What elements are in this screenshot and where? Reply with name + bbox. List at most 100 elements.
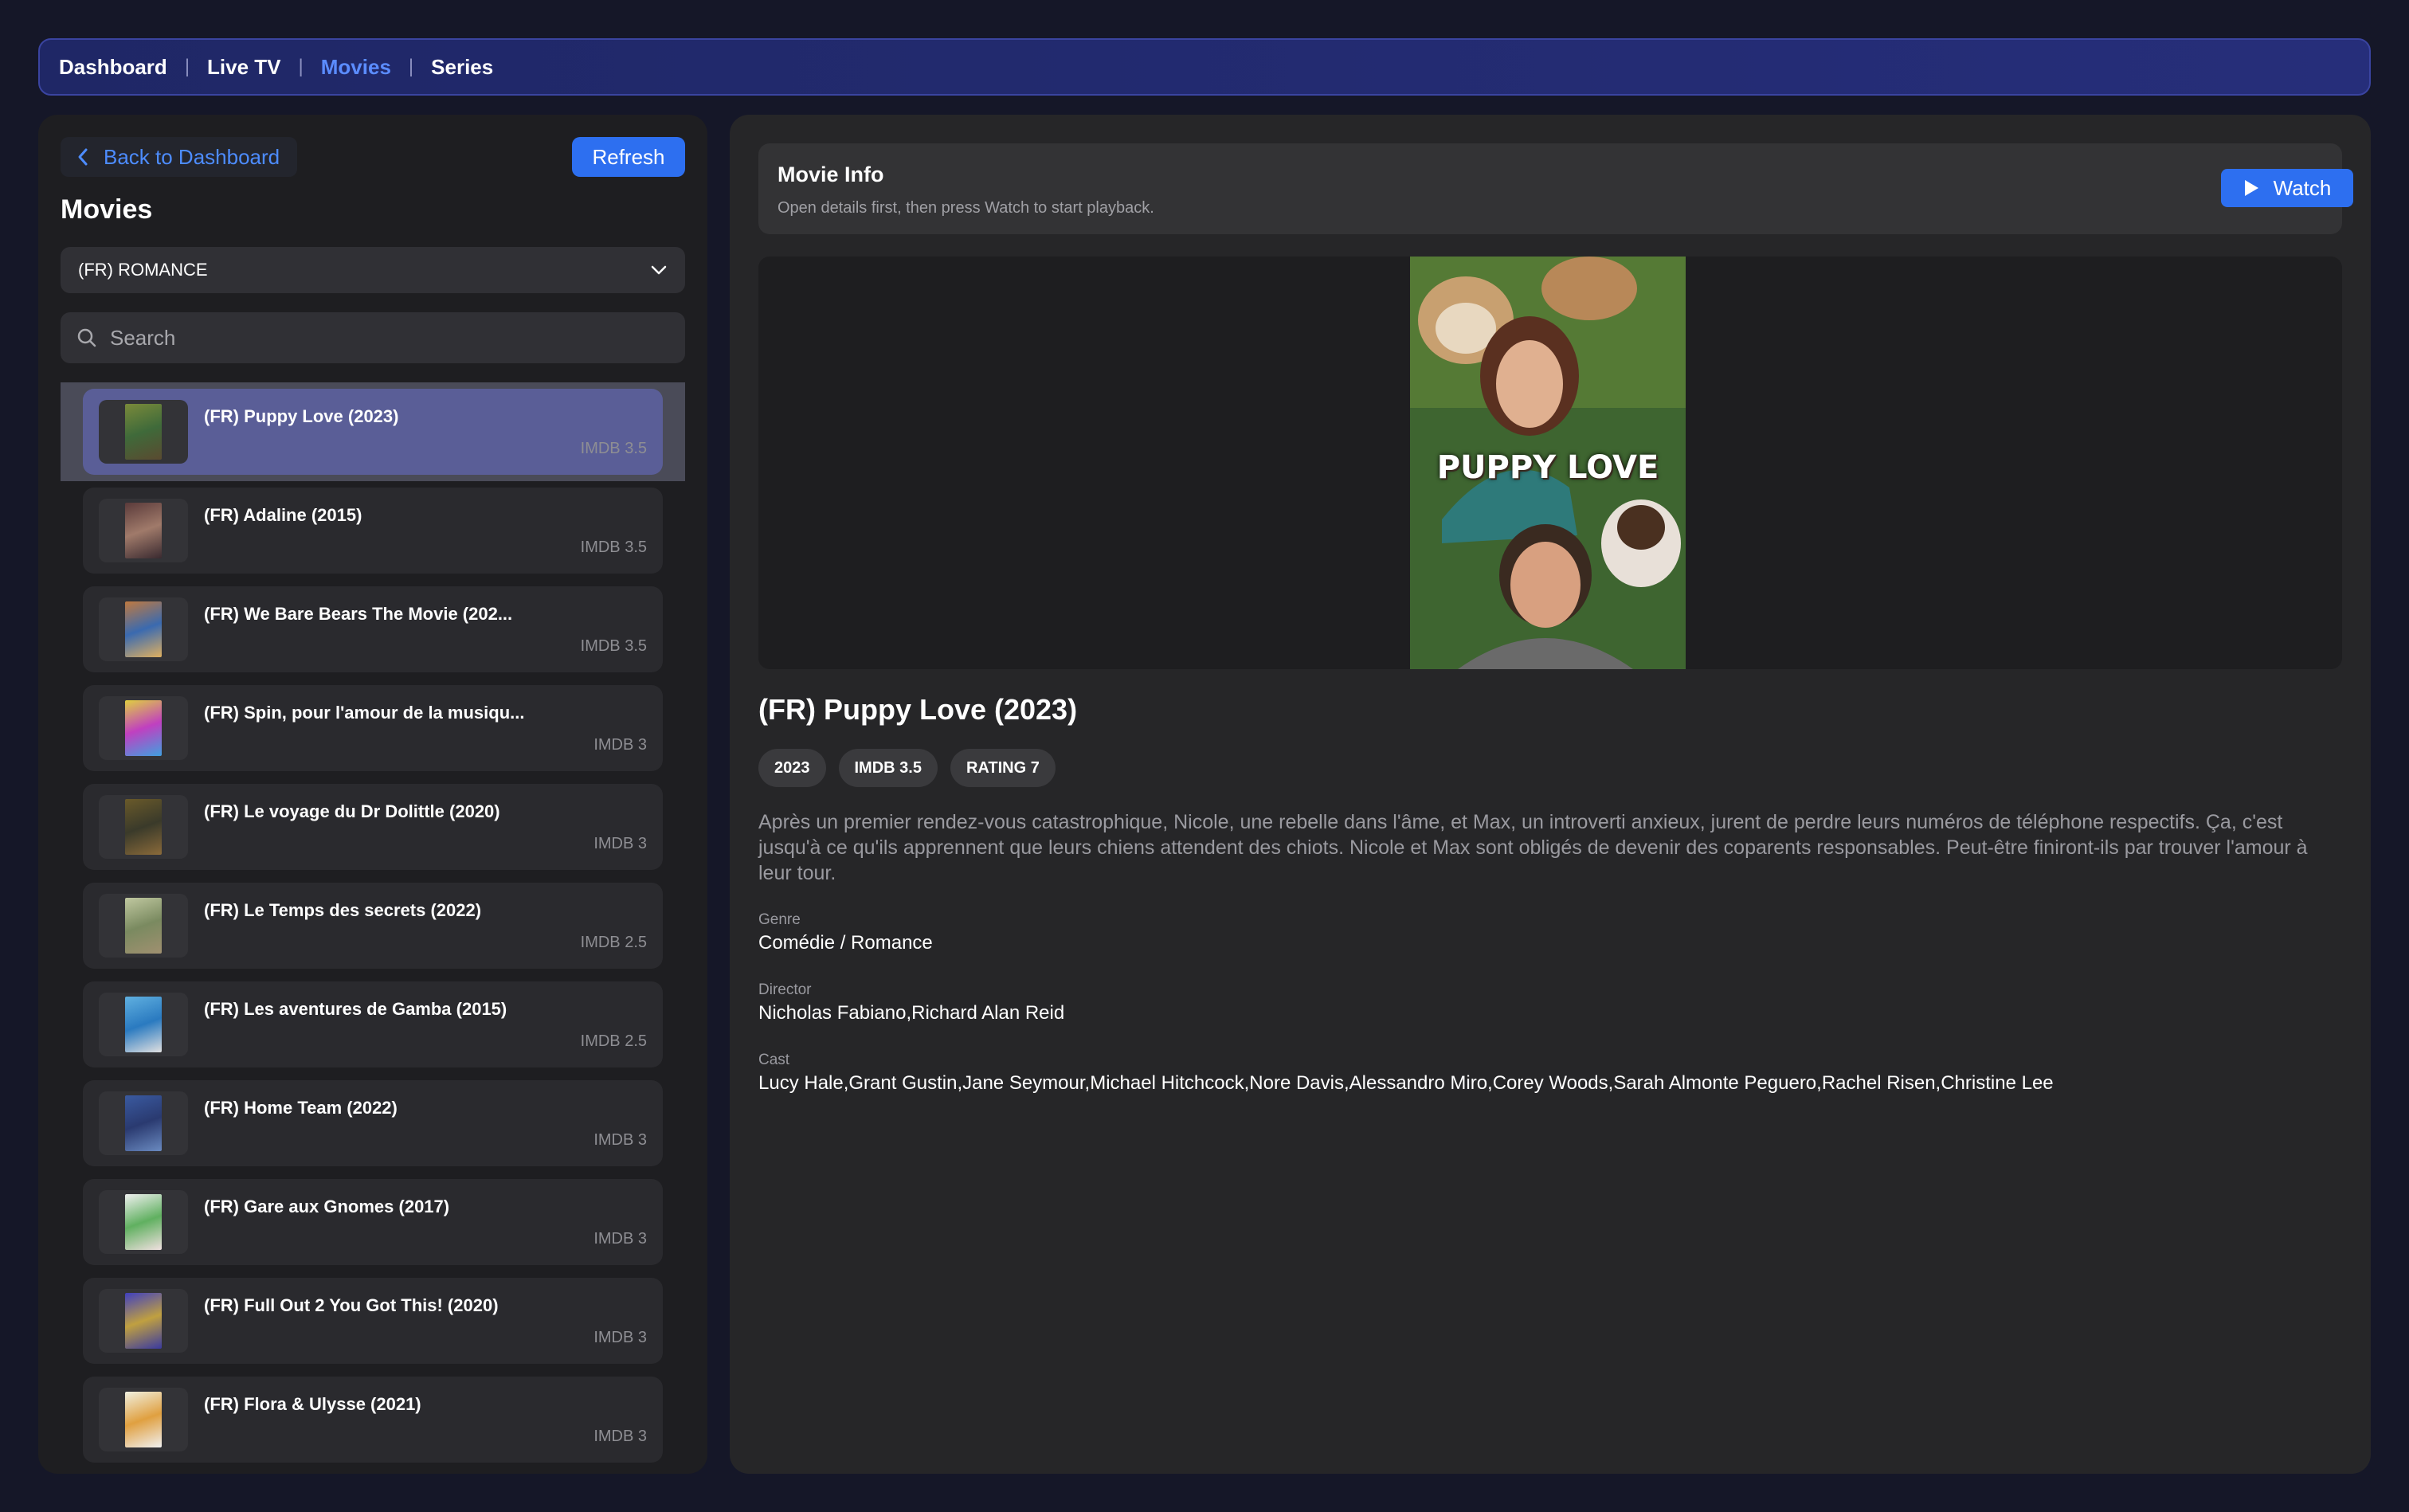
movie-imdb: IMDB 3.5	[580, 637, 647, 655]
movie-card-selected[interactable]: (FR) Puppy Love (2023) IMDB 3.5	[83, 389, 663, 475]
director-label: Director	[758, 981, 812, 998]
thumbnail	[99, 499, 188, 562]
thumbnail	[99, 993, 188, 1056]
movie-title: (FR) Home Team (2022)	[204, 1098, 398, 1118]
nav-series[interactable]: Series	[431, 55, 493, 80]
movie-card[interactable]: (FR) Le Temps des secrets (2022) IMDB 2.…	[83, 883, 663, 969]
movie-card[interactable]: (FR) Adaline (2015) IMDB 3.5	[83, 488, 663, 574]
list-item: (FR) Spin, pour l'amour de la musiqu... …	[61, 679, 685, 778]
movie-title: (FR) Le voyage du Dr Dolittle (2020)	[204, 801, 500, 821]
movie-detail-panel: Movie Info Open details first, then pres…	[730, 115, 2371, 1474]
movie-card[interactable]: (FR) Full Out 2 You Got This! (2020) IMD…	[83, 1278, 663, 1364]
movie-title: (FR) Adaline (2015)	[204, 505, 362, 525]
movie-title: (FR) Les aventures de Gamba (2015)	[204, 999, 507, 1019]
thumbnail	[99, 696, 188, 760]
nav-live-tv[interactable]: Live TV	[207, 55, 280, 80]
play-icon	[2244, 180, 2258, 196]
search-input[interactable]	[110, 325, 652, 351]
movie-card[interactable]: (FR) Spin, pour l'amour de la musiqu... …	[83, 685, 663, 771]
movie-card[interactable]: (FR) Gare aux Gnomes (2017) IMDB 3	[83, 1179, 663, 1265]
movie-title: (FR) Flora & Ulysse (2021)	[204, 1394, 421, 1414]
movie-imdb: IMDB 3	[593, 1230, 647, 1248]
thumbnail	[99, 1190, 188, 1254]
list-item: (FR) Adaline (2015) IMDB 3.5	[61, 481, 685, 580]
sidebar-title: Movies	[61, 194, 153, 225]
thumbnail	[99, 1388, 188, 1451]
back-to-dashboard-button[interactable]: Back to Dashboard	[61, 137, 298, 177]
thumbnail	[99, 894, 188, 958]
list-item: (FR) Full Out 2 You Got This! (2020) IMD…	[61, 1271, 685, 1370]
search-icon	[77, 328, 96, 347]
movie-title: (FR) Puppy Love (2023)	[204, 406, 399, 426]
director-value: Nicholas Fabiano,Richard Alan Reid	[758, 1002, 1065, 1024]
nav-separator: |	[408, 56, 414, 77]
movie-imdb: IMDB 3	[593, 1329, 647, 1346]
movie-info-bar: Movie Info Open details first, then pres…	[758, 143, 2353, 234]
poster-thumbnail	[125, 700, 162, 756]
nav-movies[interactable]: Movies	[321, 55, 391, 80]
movie-title-heading: (FR) Puppy Love (2023)	[758, 693, 1078, 726]
thumbnail	[99, 400, 188, 464]
movie-imdb: IMDB 3	[593, 736, 647, 754]
movie-card[interactable]: (FR) Le voyage du Dr Dolittle (2020) IMD…	[83, 784, 663, 870]
cast-value: Lucy Hale,Grant Gustin,Jane Seymour,Mich…	[758, 1072, 2054, 1094]
thumbnail	[99, 1289, 188, 1353]
year-badge: 2023	[758, 749, 826, 787]
poster-thumbnail	[125, 404, 162, 460]
cast-label: Cast	[758, 1052, 790, 1068]
list-item: (FR) Gare aux Gnomes (2017) IMDB 3	[61, 1173, 685, 1271]
genre-value: Comédie / Romance	[758, 932, 933, 954]
movie-imdb: IMDB 3.5	[580, 539, 647, 556]
movie-card[interactable]: (FR) Flora & Ulysse (2021) IMDB 3	[83, 1377, 663, 1463]
poster-thumbnail	[125, 1293, 162, 1349]
poster-thumbnail	[125, 1095, 162, 1151]
list-item: (FR) Puppy Love (2023) IMDB 3.5	[61, 382, 685, 481]
movie-card[interactable]: (FR) Les aventures de Gamba (2015) IMDB …	[83, 981, 663, 1067]
movie-imdb: IMDB 3	[593, 1131, 647, 1149]
top-nav: Dashboard | Live TV | Movies | Series	[38, 38, 2371, 96]
refresh-button[interactable]: Refresh	[572, 137, 685, 177]
thumbnail	[99, 1091, 188, 1155]
movie-title: (FR) Gare aux Gnomes (2017)	[204, 1197, 450, 1216]
movie-card[interactable]: (FR) Home Team (2022) IMDB 3	[83, 1080, 663, 1166]
list-item: (FR) Le Temps des secrets (2022) IMDB 2.…	[61, 876, 685, 975]
movie-title: (FR) Full Out 2 You Got This! (2020)	[204, 1295, 499, 1315]
movie-sidebar: Back to Dashboard Refresh Movies (FR) RO…	[38, 115, 707, 1474]
nav-dashboard[interactable]: Dashboard	[59, 55, 167, 80]
chevron-left-icon	[78, 148, 88, 166]
search-box	[61, 312, 685, 363]
poster-thumbnail	[125, 601, 162, 657]
imdb-badge: IMDB 3.5	[838, 749, 938, 787]
movie-list: (FR) Puppy Love (2023) IMDB 3.5 (FR) Ada…	[61, 382, 685, 1469]
poster-thumbnail	[125, 898, 162, 954]
list-item: (FR) Home Team (2022) IMDB 3	[61, 1074, 685, 1173]
rating-badge: RATING 7	[950, 749, 1056, 787]
poster-thumbnail	[125, 503, 162, 558]
back-label: Back to Dashboard	[104, 144, 280, 169]
list-item: (FR) We Bare Bears The Movie (202... IMD…	[61, 580, 685, 679]
poster-area: PUPPY LOVE	[758, 257, 2342, 669]
poster-thumbnail	[125, 1194, 162, 1250]
chevron-down-icon	[651, 265, 667, 275]
category-select[interactable]: (FR) ROMANCE	[61, 247, 685, 293]
list-item: (FR) Les aventures de Gamba (2015) IMDB …	[61, 975, 685, 1074]
category-value: (FR) ROMANCE	[78, 260, 208, 280]
movie-imdb: IMDB 3	[593, 835, 647, 852]
movie-poster: PUPPY LOVE	[1410, 257, 1686, 669]
movie-imdb: IMDB 3.5	[580, 440, 647, 457]
movie-title: (FR) Spin, pour l'amour de la musiqu...	[204, 703, 525, 723]
poster-title-text: PUPPY LOVE	[1436, 449, 1659, 486]
info-subtitle: Open details first, then press Watch to …	[778, 199, 1154, 217]
list-item: (FR) Flora & Ulysse (2021) IMDB 3	[61, 1370, 685, 1469]
movie-imdb: IMDB 2.5	[580, 1032, 647, 1050]
genre-label: Genre	[758, 911, 801, 928]
movie-title: (FR) We Bare Bears The Movie (202...	[204, 604, 513, 624]
nav-separator: |	[184, 56, 190, 77]
watch-button[interactable]: Watch	[2221, 169, 2353, 207]
list-item: (FR) Le voyage du Dr Dolittle (2020) IMD…	[61, 778, 685, 876]
thumbnail	[99, 795, 188, 859]
movie-description: Après un premier rendez-vous catastrophi…	[758, 811, 2308, 884]
movie-title: (FR) Le Temps des secrets (2022)	[204, 900, 482, 920]
badge-row: 2023 IMDB 3.5 RATING 7	[758, 749, 1056, 787]
movie-card[interactable]: (FR) We Bare Bears The Movie (202... IMD…	[83, 586, 663, 672]
